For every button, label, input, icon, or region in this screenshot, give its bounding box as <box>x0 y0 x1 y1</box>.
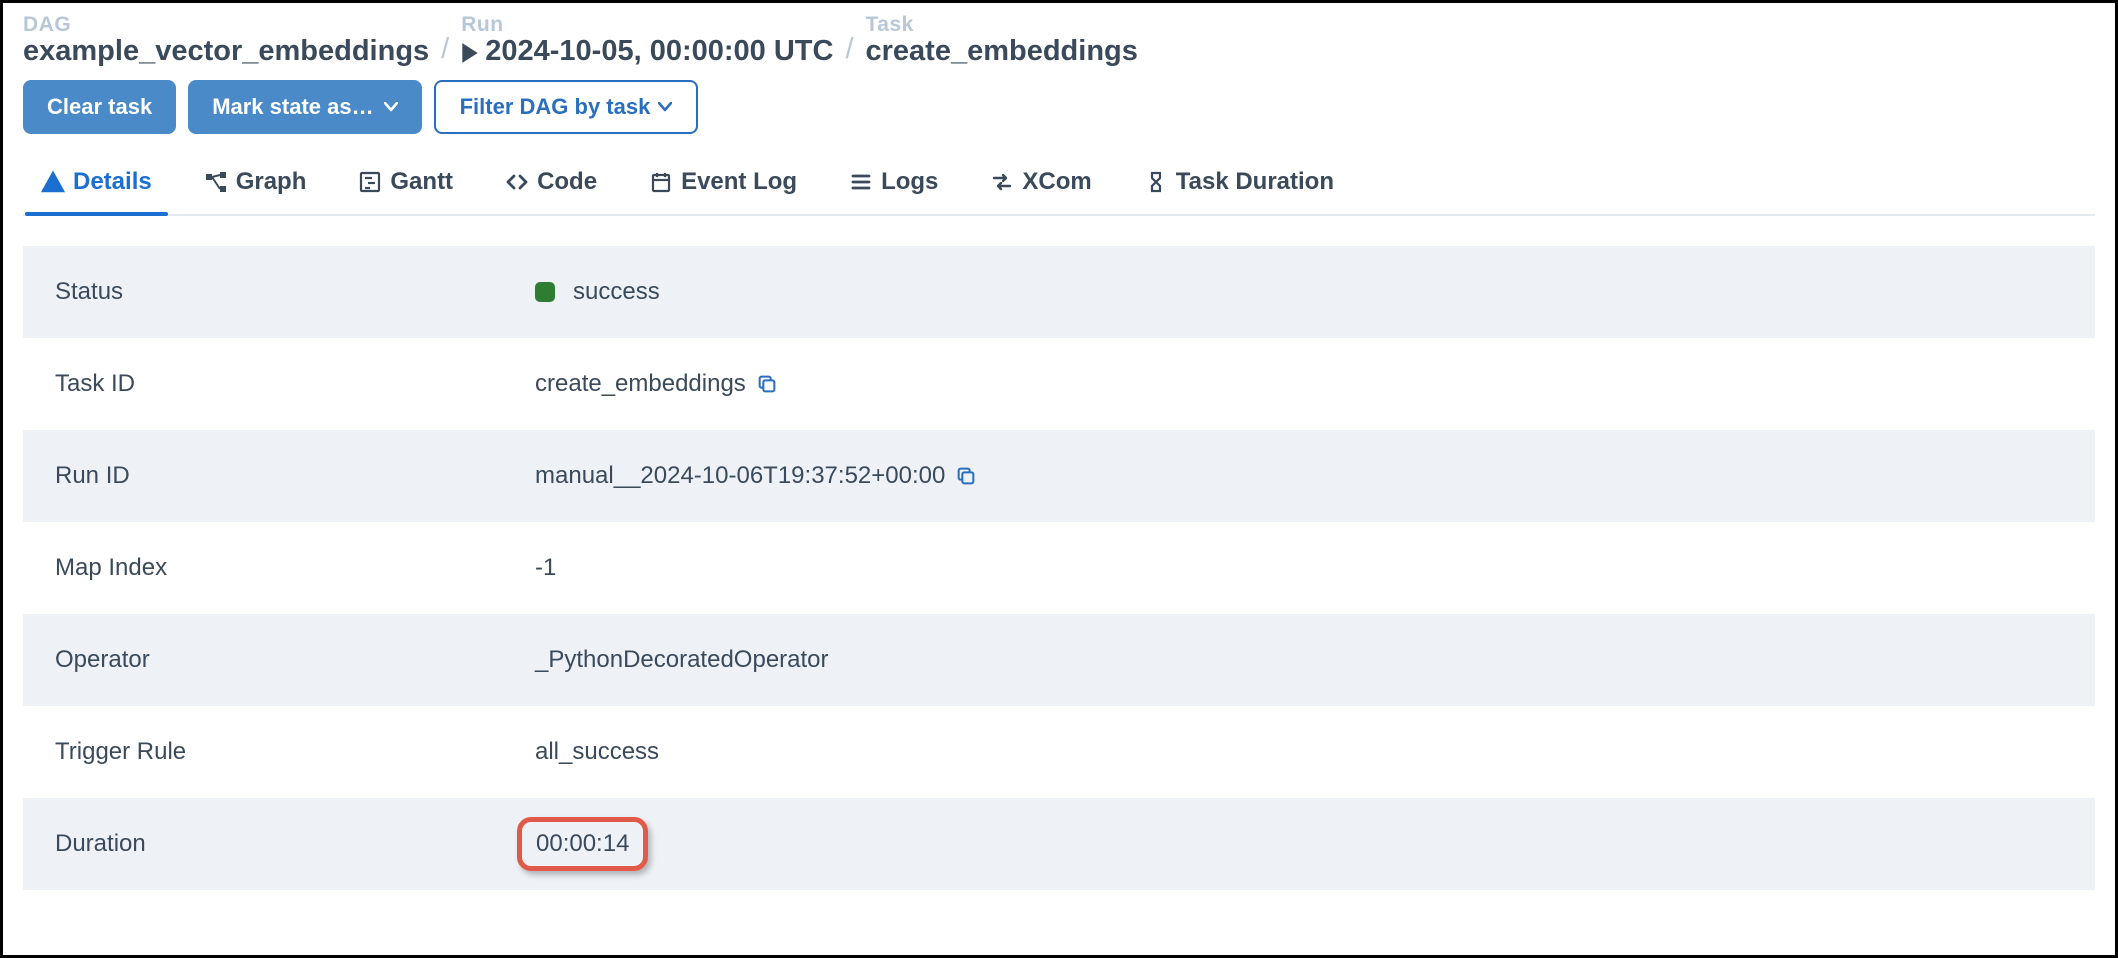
breadcrumb-dag-value: example_vector_embeddings <box>23 35 429 68</box>
clear-task-button[interactable]: Clear task <box>23 80 176 134</box>
operator-value: _PythonDecoratedOperator <box>535 646 829 674</box>
tab-xcom-label: XCom <box>1022 168 1091 196</box>
tab-graph[interactable]: Graph <box>196 160 315 214</box>
chevron-down-icon <box>658 102 672 112</box>
row-map-index: Map Index -1 <box>23 522 2095 614</box>
operator-label: Operator <box>55 646 535 674</box>
tab-graph-label: Graph <box>236 168 307 196</box>
mark-state-button[interactable]: Mark state as… <box>188 80 421 134</box>
trigger-rule-value: all_success <box>535 738 659 766</box>
tab-task-duration-label: Task Duration <box>1176 168 1334 196</box>
tab-code-label: Code <box>537 168 597 196</box>
task-duration-icon <box>1144 170 1168 194</box>
breadcrumb-task-label: Task <box>866 13 1138 37</box>
play-icon <box>461 40 479 64</box>
breadcrumb-run[interactable]: Run 2024-10-05, 00:00:00 UTC <box>461 13 833 68</box>
breadcrumb-sep: / <box>433 33 457 68</box>
filter-dag-button[interactable]: Filter DAG by task <box>434 80 699 134</box>
actions-row: Clear task Mark state as… Filter DAG by … <box>23 80 2095 134</box>
status-text: success <box>573 278 660 306</box>
duration-value: 00:00:14 <box>535 817 648 871</box>
breadcrumb-run-text: 2024-10-05, 00:00:00 UTC <box>485 35 833 68</box>
breadcrumb-task-value: create_embeddings <box>866 35 1138 68</box>
tab-xcom[interactable]: XCom <box>982 160 1099 214</box>
tab-code[interactable]: Code <box>497 160 605 214</box>
run-id-value: manual__2024-10-06T19:37:52+00:00 <box>535 462 977 490</box>
task-id-value: create_embeddings <box>535 370 778 398</box>
breadcrumb-sep: / <box>837 33 861 68</box>
duration-label: Duration <box>55 830 535 858</box>
row-trigger-rule: Trigger Rule all_success <box>23 706 2095 798</box>
details-icon <box>41 170 65 194</box>
task-id-label: Task ID <box>55 370 535 398</box>
tabs: Details Graph Gantt Code Event Log <box>23 160 2095 216</box>
event-log-icon <box>649 170 673 194</box>
trigger-rule-label: Trigger Rule <box>55 738 535 766</box>
status-value: success <box>535 278 660 306</box>
row-task-id: Task ID create_embeddings <box>23 338 2095 430</box>
breadcrumb-run-value: 2024-10-05, 00:00:00 UTC <box>461 35 833 68</box>
tab-task-duration[interactable]: Task Duration <box>1136 160 1342 214</box>
tab-event-log[interactable]: Event Log <box>641 160 805 214</box>
gantt-icon <box>358 170 382 194</box>
row-operator: Operator _PythonDecoratedOperator <box>23 614 2095 706</box>
duration-text: 00:00:14 <box>536 830 629 857</box>
row-run-id: Run ID manual__2024-10-06T19:37:52+00:00 <box>23 430 2095 522</box>
chevron-down-icon <box>384 102 398 112</box>
breadcrumb-task[interactable]: Task create_embeddings <box>866 13 1138 68</box>
breadcrumb: DAG example_vector_embeddings / Run 2024… <box>23 13 2095 68</box>
breadcrumb-dag-label: DAG <box>23 13 429 37</box>
task-id-text: create_embeddings <box>535 370 746 398</box>
details-table: Status success Task ID create_embeddings… <box>23 246 2095 890</box>
tab-logs-label: Logs <box>881 168 938 196</box>
filter-dag-label: Filter DAG by task <box>460 94 651 120</box>
mark-state-label: Mark state as… <box>212 94 373 120</box>
breadcrumb-run-label: Run <box>461 13 833 37</box>
tab-details-label: Details <box>73 168 152 196</box>
graph-icon <box>204 170 228 194</box>
breadcrumb-dag[interactable]: DAG example_vector_embeddings <box>23 13 429 68</box>
tab-logs[interactable]: Logs <box>841 160 946 214</box>
map-index-label: Map Index <box>55 554 535 582</box>
copy-icon[interactable] <box>955 465 977 487</box>
tab-event-log-label: Event Log <box>681 168 797 196</box>
run-id-label: Run ID <box>55 462 535 490</box>
row-duration: Duration 00:00:14 <box>23 798 2095 890</box>
clear-task-label: Clear task <box>47 94 152 120</box>
row-status: Status success <box>23 246 2095 338</box>
duration-highlight: 00:00:14 <box>517 817 648 871</box>
tab-gantt[interactable]: Gantt <box>350 160 461 214</box>
code-icon <box>505 170 529 194</box>
tab-details[interactable]: Details <box>33 160 160 214</box>
xcom-icon <box>990 170 1014 194</box>
run-id-text: manual__2024-10-06T19:37:52+00:00 <box>535 462 945 490</box>
logs-icon <box>849 170 873 194</box>
copy-icon[interactable] <box>756 373 778 395</box>
map-index-value: -1 <box>535 554 556 582</box>
status-indicator-icon <box>535 282 555 302</box>
status-label: Status <box>55 278 535 306</box>
tab-gantt-label: Gantt <box>390 168 453 196</box>
